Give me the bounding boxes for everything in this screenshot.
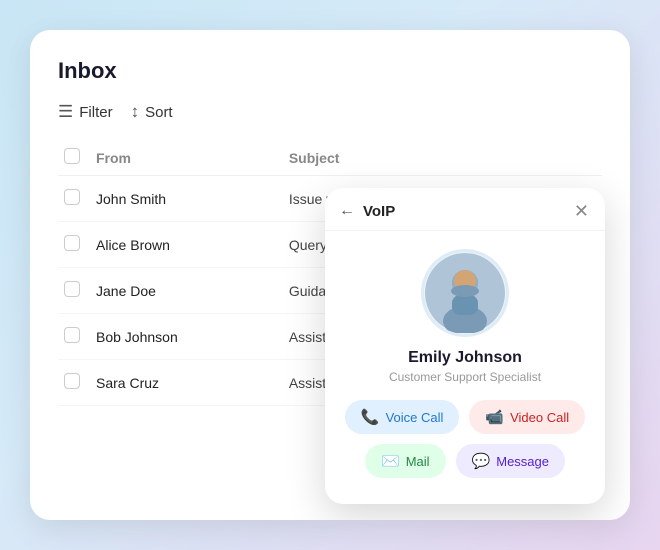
row-from: John Smith xyxy=(90,176,283,222)
video-icon: 📹 xyxy=(485,408,504,426)
row-from: Jane Doe xyxy=(90,268,283,314)
row-checkbox[interactable] xyxy=(64,189,80,205)
row-checkbox[interactable] xyxy=(64,373,80,389)
row-from: Alice Brown xyxy=(90,222,283,268)
mail-button[interactable]: ✉️ Mail xyxy=(365,444,446,478)
page-title: Inbox xyxy=(58,58,602,84)
select-all-checkbox[interactable] xyxy=(64,148,80,164)
subject-header: Subject xyxy=(283,140,525,176)
from-header: From xyxy=(90,140,283,176)
mail-icon: ✉️ xyxy=(381,452,400,470)
voip-header-left: ← VoIP xyxy=(339,202,395,220)
voip-card: ← VoIP ✕ Emily Johnson xyxy=(325,188,605,504)
sort-icon: ↕ xyxy=(131,102,140,122)
sort-button[interactable]: ↕ Sort xyxy=(131,102,173,122)
row-checkbox[interactable] xyxy=(64,327,80,343)
voip-close-button[interactable]: ✕ xyxy=(574,202,589,220)
row-checkbox-cell xyxy=(58,222,90,268)
filter-icon: ☰ xyxy=(58,102,73,122)
voip-back-button[interactable]: ← xyxy=(339,202,355,220)
message-icon: 💬 xyxy=(472,452,491,470)
row-from: Bob Johnson xyxy=(90,314,283,360)
action-row-1: 📞 Voice Call 📹 Video Call xyxy=(351,400,579,434)
row-checkbox-cell xyxy=(58,268,90,314)
row-checkbox-cell xyxy=(58,314,90,360)
main-card: Inbox ☰ Filter ↕ Sort From Subject xyxy=(30,30,630,520)
contact-role: Customer Support Specialist xyxy=(389,370,541,384)
action-buttons: 📞 Voice Call 📹 Video Call ✉️ Mail 💬 xyxy=(341,400,589,478)
row-checkbox-cell xyxy=(58,176,90,222)
voip-title: VoIP xyxy=(363,203,395,220)
contact-name: Emily Johnson xyxy=(408,349,522,367)
video-call-button[interactable]: 📹 Video Call xyxy=(469,400,585,434)
row-from: Sara Cruz xyxy=(90,360,283,406)
date-header xyxy=(525,140,602,176)
checkbox-header-cell xyxy=(58,140,90,176)
voip-header: ← VoIP ✕ xyxy=(325,188,605,231)
voice-icon: 📞 xyxy=(361,408,380,426)
filter-button[interactable]: ☰ Filter xyxy=(58,102,113,122)
row-checkbox[interactable] xyxy=(64,235,80,251)
row-checkbox-cell xyxy=(58,360,90,406)
voip-body: Emily Johnson Customer Support Specialis… xyxy=(325,231,605,482)
voice-call-button[interactable]: 📞 Voice Call xyxy=(345,400,460,434)
toolbar: ☰ Filter ↕ Sort xyxy=(58,102,602,122)
action-row-2: ✉️ Mail 💬 Message xyxy=(351,444,579,478)
message-button[interactable]: 💬 Message xyxy=(456,444,565,478)
row-checkbox[interactable] xyxy=(64,281,80,297)
contact-avatar xyxy=(421,249,509,337)
